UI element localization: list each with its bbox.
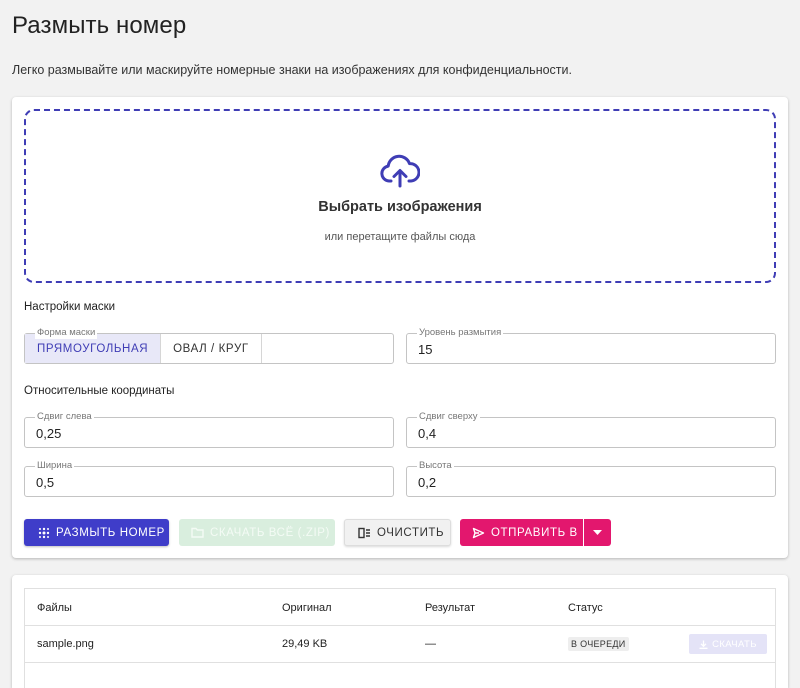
height-value: 0,2 (418, 475, 437, 490)
offset-left-label: Сдвиг слева (35, 411, 94, 423)
file-result: — (425, 638, 436, 650)
col-header-original: Оригинал (282, 602, 332, 614)
offset-left-field[interactable]: Сдвиг слева 0,25 (24, 411, 394, 448)
clear-label: ОЧИСТИТЬ (377, 526, 445, 539)
clear-button[interactable]: ОЧИСТИТЬ (344, 519, 451, 546)
width-field[interactable]: Ширина 0,5 (24, 460, 394, 497)
col-header-files: Файлы (37, 602, 72, 614)
download-file-button[interactable]: СКАЧАТЬ (689, 634, 767, 654)
page-description: Легко размывайте или маскируйте номерные… (12, 63, 572, 77)
send-to-label: ОТПРАВИТЬ В (491, 526, 578, 539)
offset-top-label: Сдвиг сверху (417, 411, 480, 423)
width-label: Ширина (35, 460, 75, 472)
col-header-result: Результат (425, 602, 476, 614)
blur-plate-button[interactable]: РАЗМЫТЬ НОМЕР (24, 519, 169, 546)
row-divider (25, 662, 775, 663)
files-card: Файлы Оригинал Результат Статус sample.p… (12, 575, 788, 688)
page-title: Размыть номер (12, 12, 187, 39)
offset-top-field[interactable]: Сдвиг сверху 0,4 (406, 411, 776, 448)
header-divider (25, 625, 775, 626)
blur-level-value: 15 (418, 342, 433, 357)
caret-down-icon (593, 530, 602, 535)
send-icon (472, 527, 485, 539)
file-name: sample.png (37, 638, 94, 650)
height-label: Высота (417, 460, 454, 472)
send-to-button[interactable]: ОТПРАВИТЬ В (460, 519, 583, 546)
folder-icon (191, 527, 204, 538)
download-icon (699, 640, 708, 649)
file-original-size: 29,49 KB (282, 638, 328, 650)
blur-grid-icon (38, 527, 50, 539)
download-file-label: СКАЧАТЬ (712, 638, 757, 650)
settings-card: Выбрать изображения или перетащите файлы… (12, 97, 788, 558)
coords-heading: Относительные координаты (24, 385, 175, 397)
mask-shape-label: Форма маски (35, 327, 98, 339)
offset-left-value: 0,25 (36, 426, 62, 441)
mask-shape-field: Форма маски ПРЯМОУГОЛЬНАЯ ОВАЛ / КРУГ (24, 327, 394, 364)
mask-settings-heading: Настройки маски (24, 301, 116, 313)
col-header-status: Статус (568, 602, 603, 614)
offset-top-value: 0,4 (418, 426, 437, 441)
height-field[interactable]: Высота 0,2 (406, 460, 776, 497)
download-all-button[interactable]: СКАЧАТЬ ВСЁ (.ZIP) (179, 519, 335, 546)
cloud-upload-icon (380, 154, 420, 188)
download-all-label: СКАЧАТЬ ВСЁ (.ZIP) (210, 526, 330, 539)
upload-title: Выбрать изображения (318, 199, 482, 215)
files-table: Файлы Оригинал Результат Статус sample.p… (24, 588, 776, 688)
shape-oval-button[interactable]: ОВАЛ / КРУГ (161, 334, 262, 363)
status-badge: В ОЧЕРЕДИ (568, 637, 629, 651)
blur-plate-label: РАЗМЫТЬ НОМЕР (56, 526, 165, 539)
width-value: 0,5 (36, 475, 55, 490)
upload-subtitle: или перетащите файлы сюда (324, 231, 476, 243)
clear-all-icon (358, 527, 371, 539)
blur-level-field[interactable]: Уровень размытия 15 (406, 327, 776, 364)
upload-dropzone[interactable]: Выбрать изображения или перетащите файлы… (24, 109, 776, 283)
send-to-dropdown-button[interactable] (584, 519, 611, 546)
blur-level-label: Уровень размытия (417, 327, 504, 339)
